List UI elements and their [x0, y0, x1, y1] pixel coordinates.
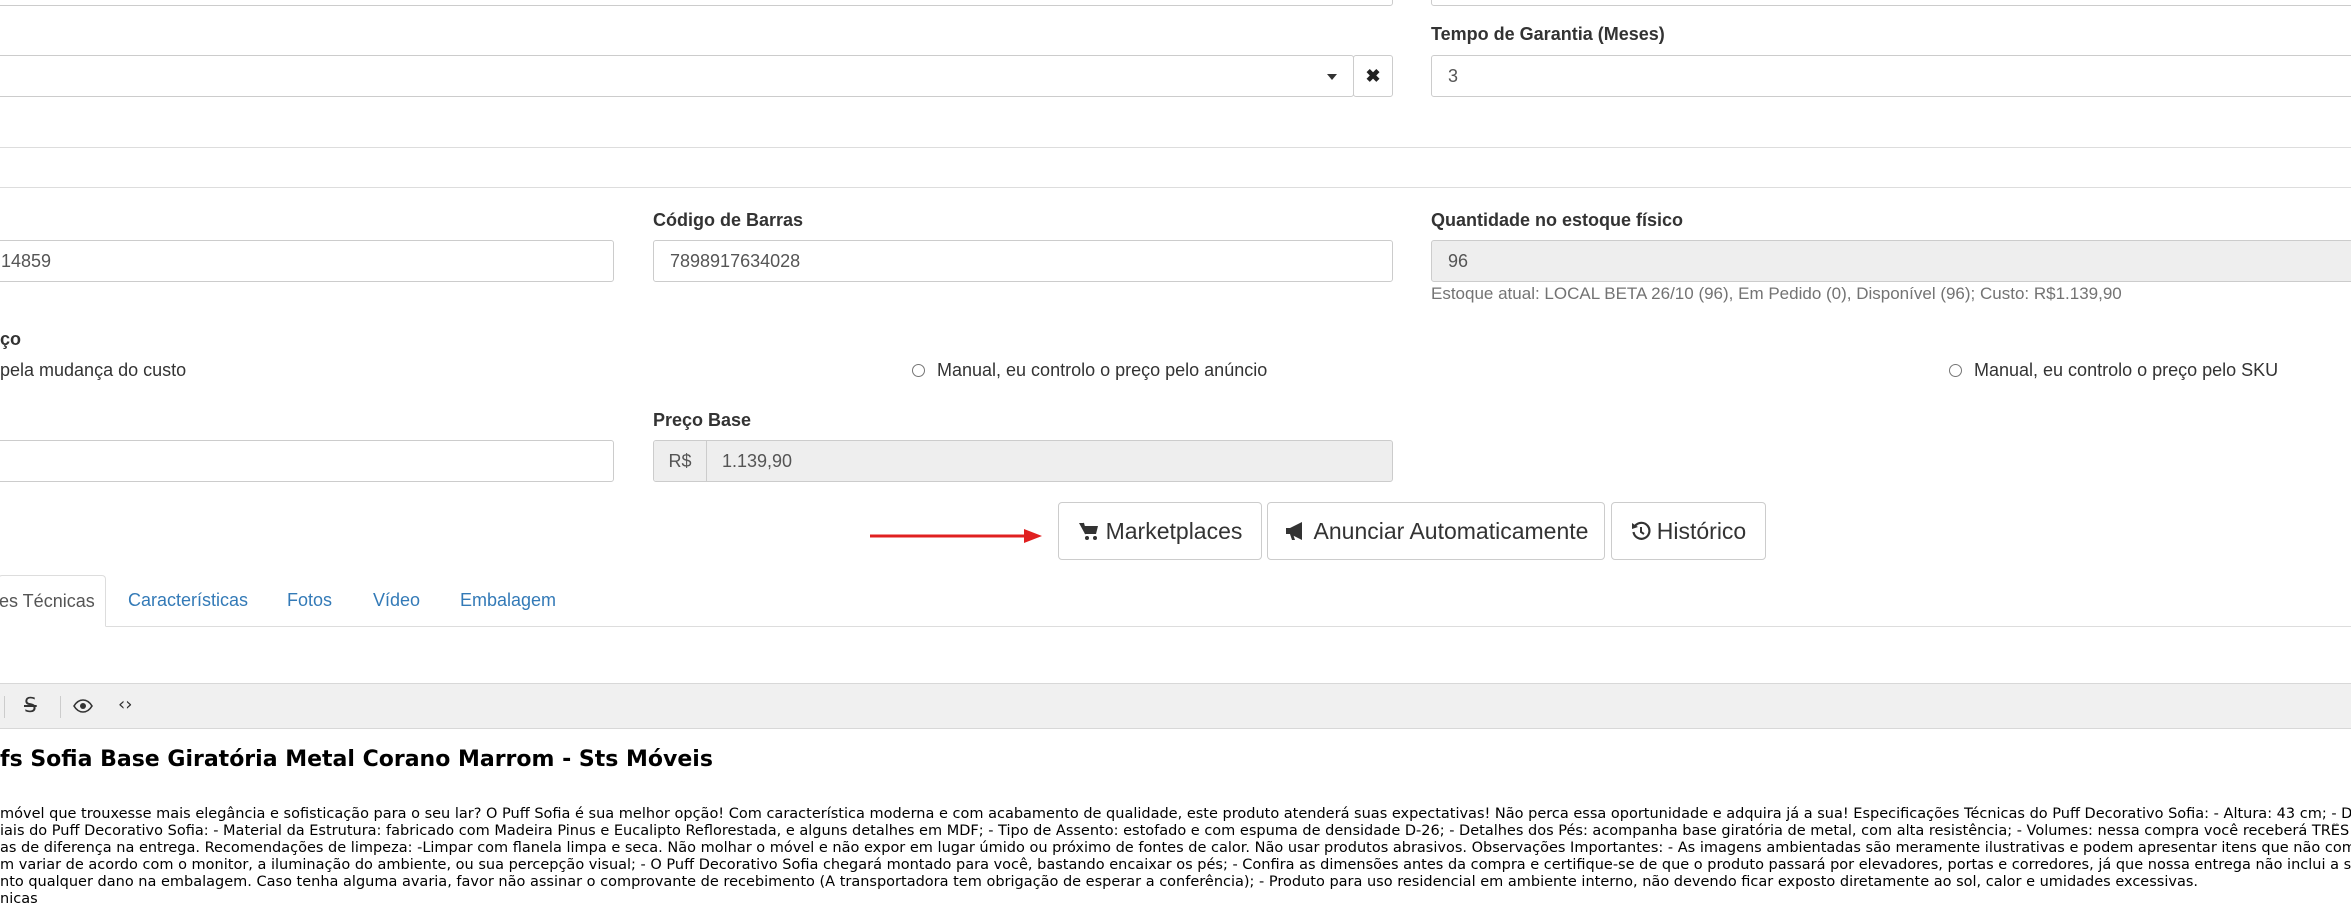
stock-label: Quantidade no estoque físico [1431, 210, 1684, 230]
editor-line: móvel que trouxesse mais elegância e sof… [0, 806, 2351, 822]
toolbar-separator [4, 696, 5, 718]
divider [0, 187, 2351, 188]
radio-cost-change[interactable]: pela mudança do custo [0, 360, 186, 381]
bullhorn-icon [1285, 522, 1302, 540]
eye-icon[interactable] [73, 699, 93, 713]
editor-line: iais do Puff Decorativo Sofia: - Materia… [0, 823, 2351, 839]
base-price-group: R$ 1.139,90 [653, 440, 1393, 482]
stock-help-text: Estoque atual: LOCAL BETA 26/10 (96), Em… [1431, 284, 2122, 303]
tab-packaging[interactable]: Embalagem [460, 590, 556, 611]
radio-manual-sku[interactable]: Manual, eu controlo o preço pelo SKU [1949, 360, 2278, 381]
editor-line: m variar de acordo com o monitor, a ilum… [0, 857, 2351, 873]
top-input-right[interactable] [1431, 0, 2351, 6]
radio-manual-sku-label: Manual, eu controlo o preço pelo SKU [1974, 360, 2279, 380]
close-icon: ✖ [1365, 66, 1381, 86]
stock-input: 96 [1431, 240, 2351, 282]
history-icon [1631, 521, 1651, 540]
marketplaces-label: Marketplaces [1105, 517, 1243, 544]
red-arrow-annotation [870, 529, 1042, 543]
chevron-down-icon[interactable] [1327, 74, 1337, 80]
top-input-left[interactable] [0, 0, 1393, 6]
radio-manual-ad[interactable]: Manual, eu controlo o preço pelo anúncio [912, 360, 1267, 381]
barcode-input[interactable]: 7898917634028 [653, 240, 1393, 282]
radio-manual-ad-label: Manual, eu controlo o preço pelo anúncio [937, 360, 1268, 380]
pricing-label: ço [0, 329, 22, 349]
tab-photos[interactable]: Fotos [287, 590, 332, 611]
tabs-baseline [0, 626, 2351, 627]
warranty-label: Tempo de Garantia (Meses) [1431, 24, 1665, 44]
price-input-left[interactable] [0, 440, 614, 482]
base-price-value: 1.139,90 [722, 451, 793, 471]
sku-input[interactable]: 14859 [0, 240, 614, 282]
category-select[interactable] [0, 55, 1354, 97]
clear-select-button[interactable]: ✖ [1353, 55, 1393, 97]
shopping-cart-icon [1078, 522, 1098, 540]
base-price-label: Preço Base [653, 410, 752, 430]
tab-specs[interactable]: es Técnicas [0, 575, 106, 627]
auto-announce-button[interactable]: Anunciar Automaticamente [1267, 502, 1605, 560]
barcode-label: Código de Barras [653, 210, 804, 230]
editor-line: as de diferença na entrega. Recomendaçõe… [0, 840, 2351, 856]
strikethrough-icon[interactable]: S [24, 693, 37, 717]
tab-video[interactable]: Vídeo [373, 590, 420, 611]
radio-cost-label: pela mudança do custo [0, 360, 187, 380]
history-label: Histórico [1656, 517, 1747, 544]
tab-specs-label: es Técnicas [0, 591, 95, 611]
code-view-icon[interactable]: ‹› [118, 694, 132, 715]
warranty-input[interactable]: 3 [1431, 55, 2351, 97]
auto-announce-label: Anunciar Automaticamente [1313, 517, 1589, 544]
editor-toolbar: S ‹› [0, 683, 2351, 729]
history-button[interactable]: Histórico [1611, 502, 1766, 560]
radio-button[interactable] [912, 364, 925, 377]
divider [0, 147, 2351, 148]
currency-addon: R$ [654, 441, 707, 481]
tab-characteristics[interactable]: Características [128, 590, 248, 611]
marketplaces-button[interactable]: Marketplaces [1058, 502, 1262, 560]
editor-line: nto qualquer dano na embalagem. Caso ten… [0, 874, 2198, 890]
radio-button[interactable] [1949, 364, 1962, 377]
toolbar-separator [60, 696, 61, 718]
editor-heading: fs Sofia Base Giratória Metal Corano Mar… [0, 747, 713, 772]
editor-line: nicas [0, 891, 38, 907]
